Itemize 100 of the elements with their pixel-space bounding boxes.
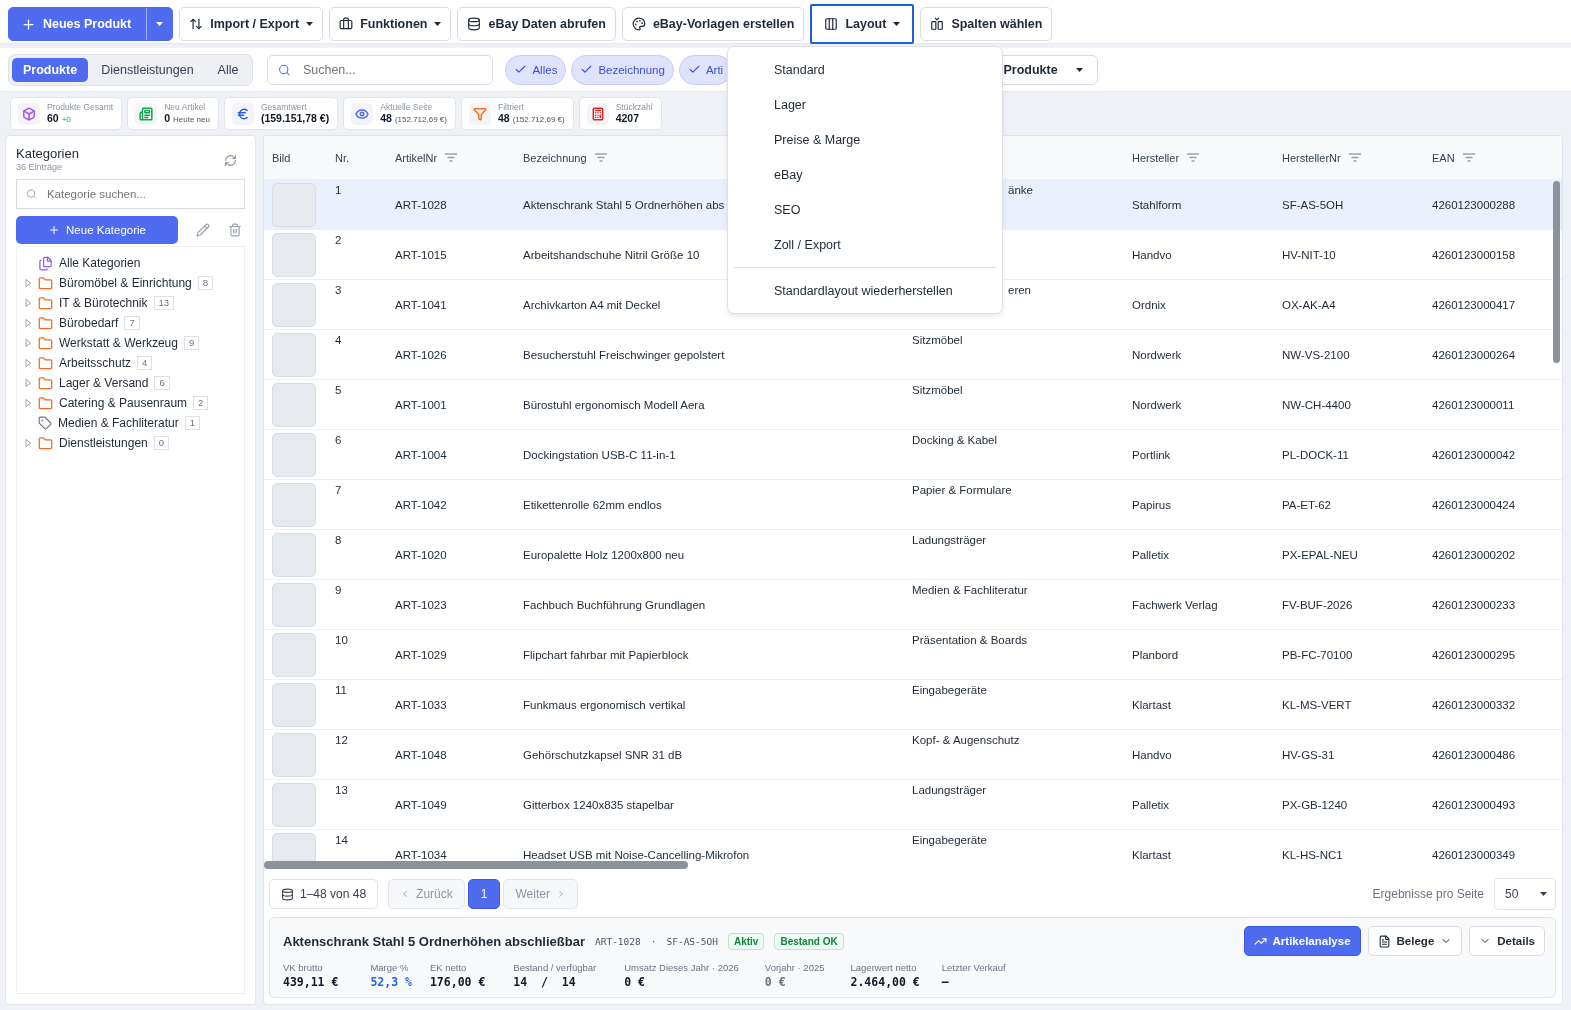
manufacturer-number: NW-VS-2100 [1282,348,1350,361]
metric-label: EK netto [429,962,468,973]
count-badge: 6 [154,376,170,390]
row-number: 5 [335,384,342,396]
stat-value: 60 [47,112,59,125]
metric-label: Vorjahr · 2025 [764,962,825,973]
metric-value: 176,00 € [429,975,486,989]
count-badge: 2 [193,396,209,410]
metric-value: 0 € [764,975,787,989]
category-label: Medien & Fachliteratur [58,416,179,430]
manufacturer-number: SF-AS-5OH [666,935,718,947]
product-name: Aktenschrank Stahl 5 Ordnerhöhen abs [523,198,725,211]
per-page-label: Ergebnisse pro Seite [1372,887,1484,901]
count-badge: 4 [137,356,153,370]
product-name: Archivkarton A4 mit Deckel [523,298,661,311]
ean-cell: 4260123000264 [1432,348,1516,361]
metric-value: 14 / 14 [513,975,577,989]
ean-cell: 4260123000493 [1432,798,1516,811]
stat-value: 4207 [615,112,640,125]
stat-value: 48 [497,112,510,125]
stat-value: 48 [380,112,392,125]
product-name: Headset USB mit Noise-Cancelling-Mikrofon [523,848,750,861]
ean-cell: 4260123000424 [1432,498,1516,511]
product-name: Funkmaus ergonomisch vertikal [523,698,686,711]
ean-cell: 4260123000417 [1432,298,1516,311]
metric-value: 52,3 % [370,975,412,989]
stat-value: 0 [164,112,170,125]
category-cell: Sitzmöbel [912,334,963,346]
category-label: Catering & Pausenraum [59,396,188,410]
metric-value: 2.464,00 € [850,975,920,989]
product-name: Flipchart fahrbar mit Papierblock [523,648,689,661]
stat-extra: (152.712,69 €) [394,115,447,125]
article-number: ART-1026 [395,348,447,361]
count-badge: 8 [197,276,214,290]
article-number: ART-1033 [395,698,447,711]
detail-title: Aktenschrank Stahl 5 Ordnerhöhen abschließbar [283,933,585,949]
row-number: 3 [335,284,342,296]
category-label: Lager & Versand [59,376,149,390]
manufacturer-number: HV-NIT-10 [1282,248,1336,261]
metric-value: 439,11 € [283,975,339,989]
product-name: Gitterbox 1240x835 stapelbar [523,798,674,811]
separator-dot: · [650,935,657,947]
product-name: Fachbuch Buchführung Grundlagen [523,598,706,611]
ean-cell: 4260123000295 [1432,648,1516,661]
metric-label: VK brutto [283,962,324,973]
article-number: ART-1028 [395,198,447,211]
article-number: ART-1023 [395,598,447,611]
count-badge: 0 [153,436,170,450]
count-badge: 9 [183,336,200,350]
ean-cell: 4260123000332 [1432,698,1516,711]
category-label: Bürobedarf [59,316,119,330]
manufacturer: Handvo [1132,748,1172,761]
count-badge: 7 [124,316,140,330]
row-number: 1 [335,184,342,196]
article-number: ART-1020 [395,548,447,561]
manufacturer-number: HV-GS-31 [1282,748,1335,761]
ean-cell: 4260123000288 [1432,198,1516,211]
stat-label: Stückzahl [615,102,653,113]
category-cell: eren [1008,284,1032,296]
category-label: Werkstatt & Werkzeug [59,336,178,350]
category-label: IT & Bürotechnik [59,296,148,310]
stat-extra: +0 [61,115,71,125]
category-label: Arbeitsschutz [59,356,132,370]
category-cell: Sitzmöbel [912,384,963,396]
row-number: 14 [335,834,348,846]
product-name: Europalette Holz 1200x800 neu [523,548,685,561]
category-cell: Ladungsträger [912,534,987,546]
manufacturer: Handvo [1132,248,1172,261]
stat-value: (159.151,78 €) [260,112,330,125]
manufacturer: Papirus [1132,498,1171,511]
manufacturer: Nordwerk [1132,398,1182,411]
ean-cell: 4260123000202 [1432,548,1516,561]
manufacturer-number: KL-HS-NC1 [1282,848,1343,861]
row-number: 6 [335,434,342,446]
article-number: ART-1004 [395,448,447,461]
row-number: 7 [335,484,342,496]
article-number: ART-1029 [395,648,447,661]
sidebar-title: Kategorien [16,146,79,161]
manufacturer: Klartast [1132,698,1171,711]
ean-cell: 4260123000233 [1432,598,1516,611]
stat-label: Produkte Gesamt [47,102,114,113]
article-number: ART-1048 [395,748,447,761]
manufacturer-number: PL-DOCK-11 [1282,448,1349,461]
category-cell: Kopf- & Augenschutz [912,734,1020,746]
manufacturer: Klartast [1132,848,1171,861]
product-name: Etikettenrolle 62mm endlos [523,498,662,511]
manufacturer: Stahlform [1132,198,1182,211]
stat-extra: (152.712,69 €) [512,115,565,125]
category-label: Büromöbel & Einrichtung [59,276,192,290]
category-cell: änke [1008,184,1033,196]
manufacturer-number: FV-BUF-2026 [1282,598,1353,611]
manufacturer-number: KL-MS-VERT [1282,698,1352,711]
metric-label: Lagerwert netto [850,962,918,973]
ean-cell: 4260123000349 [1432,848,1516,861]
article-number: ART-1042 [395,498,447,511]
ean-cell: 4260123000042 [1432,448,1516,461]
manufacturer: Portlink [1132,448,1171,461]
row-number: 2 [335,234,342,246]
product-name: Gehörschutzkapsel SNR 31 dB [523,748,683,761]
product-name: Dockingstation USB-C 11-in-1 [523,448,676,461]
